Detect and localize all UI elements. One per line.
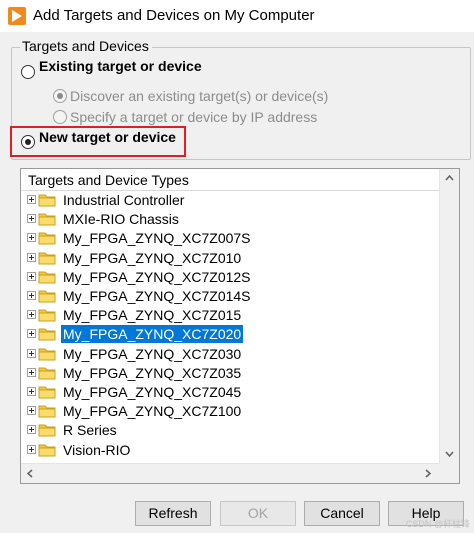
expand-plus-icon[interactable]: [27, 444, 36, 454]
app-icon: [8, 7, 26, 25]
refresh-button[interactable]: Refresh: [135, 501, 211, 526]
expand-plus-icon[interactable]: [27, 233, 36, 243]
existing-target-radio[interactable]: [21, 65, 35, 79]
tree-item[interactable]: My_FPGA_ZYNQ_XC7Z045: [21, 383, 439, 402]
group-legend: Targets and Devices: [20, 38, 152, 54]
tree-item[interactable]: Vision-RIO: [21, 441, 439, 460]
folder-icon: [38, 194, 56, 207]
specify-ip-label[interactable]: Specify a target or device by IP address: [70, 109, 317, 125]
watermark: CSDN @杆柱锋: [405, 519, 470, 529]
tree-column-header[interactable]: Targets and Device Types: [21, 169, 439, 191]
expand-plus-icon[interactable]: [27, 252, 36, 262]
horizontal-scrollbar[interactable]: [21, 463, 439, 483]
tree-item-label[interactable]: My_FPGA_ZYNQ_XC7Z012S: [61, 268, 253, 286]
expand-plus-icon[interactable]: [27, 195, 36, 204]
folder-icon: [38, 290, 56, 303]
folder-icon: [38, 424, 56, 437]
existing-target-label[interactable]: Existing target or device: [39, 58, 202, 74]
tree-item[interactable]: My_FPGA_ZYNQ_XC7Z035: [21, 364, 439, 383]
vertical-scrollbar[interactable]: [439, 169, 459, 463]
tree-item-label[interactable]: My_FPGA_ZYNQ_XC7Z010: [61, 249, 243, 267]
folder-icon: [38, 213, 56, 226]
expand-plus-icon[interactable]: [27, 329, 36, 339]
expand-plus-icon[interactable]: [27, 291, 36, 300]
folder-icon: [38, 271, 56, 284]
scrollbar-corner: [439, 463, 459, 483]
tree-item[interactable]: My_FPGA_ZYNQ_XC7Z020: [21, 325, 439, 344]
folder-icon: [38, 309, 56, 322]
tree-item-label[interactable]: My_FPGA_ZYNQ_XC7Z035: [61, 364, 243, 382]
tree-item[interactable]: R Series: [21, 421, 439, 440]
ok-button[interactable]: OK: [220, 501, 296, 526]
folder-icon: [38, 405, 56, 418]
target-types-tree[interactable]: Targets and Device Types Industrial Cont…: [20, 168, 460, 484]
folder-icon: [38, 252, 56, 265]
tree-item-label[interactable]: Industrial Controller: [61, 191, 186, 209]
discover-radio[interactable]: [53, 89, 67, 103]
scroll-left-arrow-icon[interactable]: [27, 469, 33, 478]
tree-item-label[interactable]: My_FPGA_ZYNQ_XC7Z007S: [61, 229, 253, 247]
tree-item-label[interactable]: My_FPGA_ZYNQ_XC7Z014S: [61, 287, 253, 305]
folder-icon: [38, 386, 56, 399]
expand-plus-icon[interactable]: [27, 348, 36, 358]
folder-icon: [38, 232, 56, 245]
expand-plus-icon[interactable]: [27, 271, 36, 281]
discover-label[interactable]: Discover an existing target(s) or device…: [70, 88, 328, 104]
tree-item-label[interactable]: My_FPGA_ZYNQ_XC7Z045: [61, 383, 243, 401]
tree-item[interactable]: My_FPGA_ZYNQ_XC7Z014S: [21, 287, 439, 306]
tree-item-label[interactable]: My_FPGA_ZYNQ_XC7Z020: [61, 325, 244, 344]
expand-plus-icon[interactable]: [27, 425, 36, 435]
tree-item[interactable]: My_FPGA_ZYNQ_XC7Z012S: [21, 268, 439, 287]
expand-plus-icon[interactable]: [27, 406, 36, 416]
tree-item-label[interactable]: R Series: [61, 421, 119, 439]
tree-item-label[interactable]: My_FPGA_ZYNQ_XC7Z100: [61, 402, 243, 420]
tree-item[interactable]: My_FPGA_ZYNQ_XC7Z100: [21, 402, 439, 421]
folder-icon: [38, 444, 56, 457]
tree-item[interactable]: My_FPGA_ZYNQ_XC7Z010: [21, 249, 439, 268]
window-title: Add Targets and Devices on My Computer: [33, 7, 315, 24]
tree-item[interactable]: My_FPGA_ZYNQ_XC7Z007S: [21, 229, 439, 248]
scroll-right-arrow-icon[interactable]: [425, 469, 431, 478]
expand-plus-icon[interactable]: [27, 214, 36, 224]
tree-item-label[interactable]: My_FPGA_ZYNQ_XC7Z030: [61, 345, 243, 363]
expand-plus-icon[interactable]: [27, 310, 36, 320]
tree-item-label[interactable]: Vision-RIO: [61, 441, 132, 459]
tree-item-label[interactable]: MXIe-RIO Chassis: [61, 210, 181, 228]
tree-item[interactable]: Industrial Controller: [21, 191, 439, 210]
radio-dot: [57, 93, 63, 99]
folder-icon: [38, 328, 56, 341]
annotation-highlight-box: [10, 126, 186, 157]
scroll-down-arrow-icon[interactable]: [445, 451, 454, 457]
folder-icon: [38, 348, 56, 361]
tree-item[interactable]: My_FPGA_ZYNQ_XC7Z015: [21, 306, 439, 325]
folder-icon: [38, 367, 56, 380]
scroll-up-arrow-icon[interactable]: [445, 175, 454, 181]
expand-plus-icon[interactable]: [27, 367, 36, 377]
tree-item-label[interactable]: My_FPGA_ZYNQ_XC7Z015: [61, 306, 243, 324]
specify-ip-radio[interactable]: [53, 110, 67, 124]
cancel-button[interactable]: Cancel: [304, 501, 380, 526]
tree-item[interactable]: My_FPGA_ZYNQ_XC7Z030: [21, 345, 439, 364]
expand-plus-icon[interactable]: [27, 387, 36, 396]
title-bar: Add Targets and Devices on My Computer: [0, 0, 474, 32]
tree-item[interactable]: MXIe-RIO Chassis: [21, 210, 439, 229]
